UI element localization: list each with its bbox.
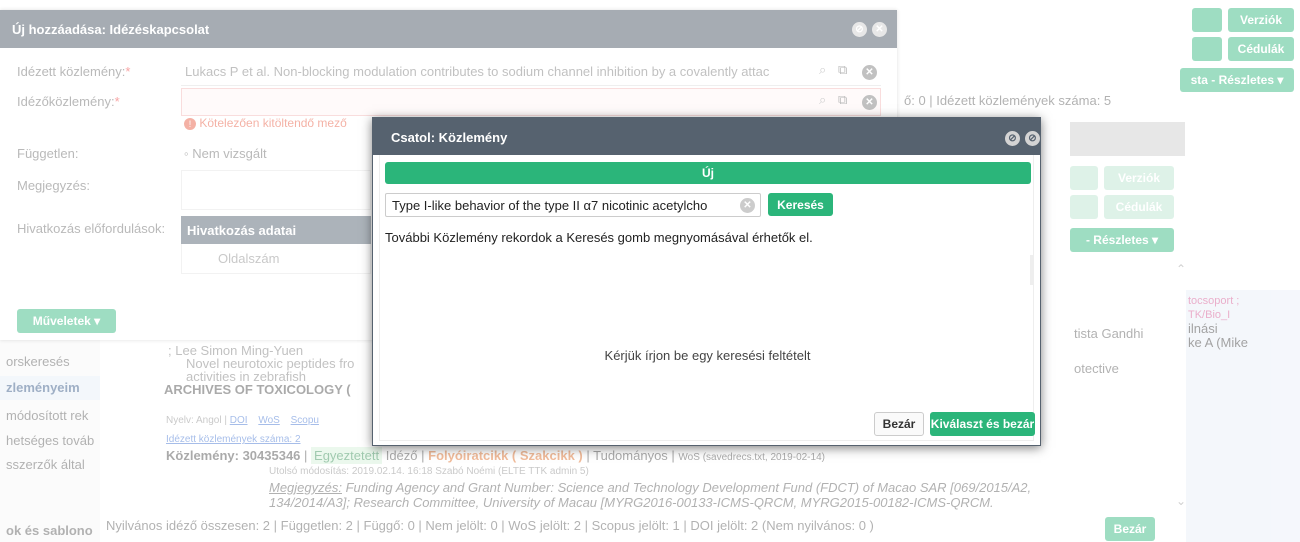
- versions-button-2[interactable]: Verziók: [1104, 166, 1174, 190]
- sidebar-item-active[interactable]: zleményeim: [0, 376, 100, 400]
- partial-button[interactable]: [1192, 8, 1222, 32]
- modal-body: Új Type I-like behavior of the type II α…: [379, 155, 1034, 441]
- sidebar: orskeresés zleményeim módosított rek het…: [0, 340, 100, 542]
- sidebar-item[interactable]: ok és sablono: [6, 523, 93, 538]
- modal-header: Csatol: Közlemény ⊘ ⊘: [373, 118, 1040, 155]
- details-dropdown[interactable]: sta - Részletes ▾: [1180, 68, 1294, 92]
- refs-col-page: Oldalszám: [218, 251, 280, 266]
- refs-label: Hivatkozás előfordulások:: [17, 221, 166, 236]
- citing-label: Idézőközlemény:: [17, 94, 115, 109]
- modified-line: Utolsó módosítás: 2019.02.14. 16:18 Szab…: [269, 466, 589, 477]
- sidebar-item[interactable]: hetséges továb: [6, 433, 94, 448]
- close-icon[interactable]: ✕: [872, 22, 887, 37]
- sidebar-item[interactable]: orskeresés: [6, 354, 70, 369]
- search-icon[interactable]: ⌕: [819, 92, 826, 108]
- outer-dialog-title: Új hozzáadása: Idézéskapcsolat: [12, 22, 210, 37]
- minimize-icon[interactable]: ⊘: [1025, 131, 1040, 146]
- info-text: További Közlemény rekordok a Keresés gom…: [385, 230, 813, 245]
- close-button[interactable]: Bezár: [874, 412, 924, 436]
- empty-message: Kérjük írjon be egy keresési feltételt: [604, 348, 811, 363]
- outer-dialog-header: Új hozzáadása: Idézéskapcsolat ⊘ ✕: [0, 10, 897, 48]
- modal-title: Csatol: Közlemény: [391, 130, 508, 145]
- clear-icon[interactable]: ✕: [862, 65, 877, 80]
- warning-icon: !: [184, 118, 196, 130]
- partial-button[interactable]: [1070, 166, 1098, 190]
- cited-count-link[interactable]: Idézett közlemények száma: 2: [166, 434, 301, 445]
- citing-field[interactable]: [181, 88, 881, 116]
- publication-line: Közlemény: 30435346 | Egyeztetett Idéző …: [166, 447, 825, 464]
- required-message: ! Kötelezően kitöltendő mező: [184, 116, 347, 130]
- cited-field[interactable]: Lukacs P et al. Non-blocking modulation …: [181, 58, 881, 86]
- list-right-a: tista Gandhi: [1074, 326, 1144, 341]
- select-and-close-button[interactable]: Kiválaszt és bezár: [930, 412, 1035, 436]
- record-meta: Nyelv: Angol | DOI WoS Scopu: [166, 415, 319, 426]
- footer-summary: Nyilvános idéző összesen: 2 | Független:…: [106, 518, 874, 533]
- cited-label: Idézett közlemény:: [17, 64, 126, 79]
- minimize-icon[interactable]: ⊘: [852, 22, 867, 37]
- modal-dialog: Csatol: Közlemény ⊘ ⊘ Új Type I-like beh…: [372, 117, 1041, 446]
- note-field[interactable]: [181, 170, 371, 210]
- scopus-link[interactable]: Scopu: [291, 415, 319, 426]
- close-button-bg[interactable]: Bezár: [1105, 517, 1155, 541]
- cards-button[interactable]: Cédulák: [1228, 37, 1294, 61]
- versions-button[interactable]: Verziók: [1228, 8, 1294, 32]
- gray-bar: [1070, 122, 1185, 156]
- sidebar-item[interactable]: módosított rek: [6, 408, 88, 423]
- sidebar-item[interactable]: sszerzők által: [6, 457, 85, 472]
- partial-button[interactable]: [1070, 195, 1098, 219]
- independent-radio[interactable]: ◦ Nem vizsgált: [184, 146, 267, 161]
- doi-link[interactable]: DOI: [230, 415, 248, 426]
- search-input[interactable]: Type I-like behavior of the type II α7 n…: [385, 193, 761, 217]
- count-line: ő: 0 | Idézett közlemények száma: 5: [904, 93, 1112, 108]
- note-label: Megjegyzés:: [17, 178, 90, 193]
- clear-search-icon[interactable]: ✕: [740, 198, 755, 213]
- close-icon[interactable]: ⊘: [1005, 131, 1020, 146]
- details-dropdown-2[interactable]: - Részletes ▾: [1070, 228, 1174, 252]
- status-badge: Egyeztetett: [311, 447, 383, 464]
- results-scrollbar[interactable]: [1030, 255, 1033, 285]
- scroll-up-icon[interactable]: ⌃: [1176, 262, 1186, 276]
- search-button[interactable]: Keresés: [768, 193, 833, 216]
- open-external-icon[interactable]: ⧉: [838, 62, 847, 78]
- scroll-down-icon[interactable]: ⌄: [1176, 494, 1186, 508]
- note-text: Megjegyzés: Funding Agency and Grant Num…: [269, 480, 1032, 510]
- new-button[interactable]: Új: [385, 162, 1031, 184]
- search-icon[interactable]: ⌕: [819, 62, 826, 78]
- cards-button-2[interactable]: Cédulák: [1104, 195, 1174, 219]
- right-panel-text: tocsoport ; TK/Bio_I ilnási ke A (Mike: [1188, 295, 1248, 350]
- independent-label: Független:: [17, 146, 79, 161]
- open-external-icon[interactable]: ⧉: [838, 92, 847, 108]
- partial-button[interactable]: [1192, 37, 1222, 61]
- wos-link[interactable]: WoS: [258, 415, 280, 426]
- refs-header: Hivatkozás adatai: [181, 216, 371, 244]
- clear-icon[interactable]: ✕: [862, 95, 877, 110]
- operations-button[interactable]: Műveletek ▾: [17, 309, 116, 333]
